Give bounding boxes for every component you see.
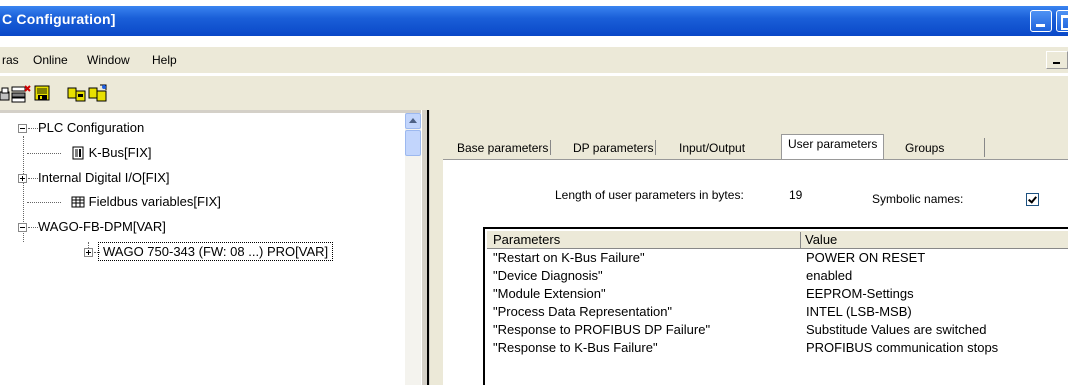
plus-expander-icon[interactable]: [84, 248, 93, 258]
tree-item-plc-configuration[interactable]: PLC Configuration: [18, 120, 144, 135]
length-label: Length of user parameters in bytes:: [555, 188, 744, 202]
mdi-minimize-button[interactable]: [1046, 51, 1068, 69]
table-row[interactable]: "Restart on K-Bus Failure" POWER ON RESE…: [487, 249, 1067, 266]
table-row[interactable]: "Process Data Representation" INTEL (LSB…: [487, 303, 1067, 320]
column-header-parameters[interactable]: Parameters: [493, 232, 560, 247]
tree-item-wago-750-343[interactable]: WAGO 750-343 (FW: 08 ...) PRO[VAR]: [84, 242, 334, 261]
tab-groups[interactable]: Groups: [905, 138, 986, 157]
minimize-button[interactable]: [1030, 10, 1052, 32]
configuration-tree[interactable]: PLC Configuration K-Bus[FIX] Internal Di…: [0, 113, 405, 385]
tree-item-kbus[interactable]: K-Bus[FIX]: [27, 145, 151, 160]
menu-help[interactable]: Help: [152, 53, 177, 67]
tab-dp-parameters[interactable]: DP parameters: [573, 138, 657, 157]
table-module-icon: [71, 196, 85, 208]
menu-bar: ras Online Window Help: [0, 47, 1068, 73]
menu-window[interactable]: Window: [87, 53, 130, 67]
title-bar[interactable]: C Configuration]: [0, 6, 1068, 36]
length-value: 19: [789, 188, 803, 202]
tree-item-wago-fb-dpm[interactable]: WAGO-FB-DPM[VAR]: [18, 219, 166, 234]
minus-expander-icon[interactable]: [18, 223, 27, 233]
minus-expander-icon[interactable]: [18, 124, 27, 134]
tab-input-output[interactable]: Input/Output: [679, 138, 745, 157]
tab-user-parameters[interactable]: User parameters: [781, 134, 885, 159]
column-header-value[interactable]: Value: [800, 232, 837, 248]
paste-module-icon[interactable]: [88, 84, 108, 104]
scroll-thumb[interactable]: [405, 130, 421, 156]
window-title: C Configuration]: [2, 11, 116, 27]
symbolic-names-label: Symbolic names:: [872, 192, 964, 206]
parameters-table[interactable]: Parameters Value "Restart on K-Bus Failu…: [483, 227, 1068, 385]
app-window: C Configuration] ras Online Window Help: [0, 0, 1068, 385]
table-row[interactable]: "Device Diagnosis" enabled: [487, 267, 1067, 284]
maximize-button[interactable]: [1056, 10, 1068, 32]
copy-module-icon[interactable]: [67, 84, 87, 104]
tree-scrollbar[interactable]: [405, 113, 421, 385]
table-row[interactable]: "Response to PROFIBUS DP Failure" Substi…: [487, 321, 1067, 338]
menu-online[interactable]: Online: [33, 53, 68, 67]
symbolic-names-checkbox[interactable]: [1026, 193, 1039, 206]
module-properties-panel: Base parameters DP parameters Input/Outp…: [430, 110, 1068, 385]
table-row[interactable]: "Response to K-Bus Failure" PROFIBUS com…: [487, 339, 1067, 356]
table-row[interactable]: "Module Extension" EEPROM-Settings: [487, 285, 1067, 302]
tab-base-parameters[interactable]: Base parameters: [457, 138, 552, 157]
tree-item-internal-digital-io[interactable]: Internal Digital I/O[FIX]: [18, 170, 170, 185]
table-header: Parameters Value: [487, 231, 1068, 249]
bus-module-icon: [72, 146, 84, 160]
tree-item-fieldbus-variables[interactable]: Fieldbus variables[FIX]: [27, 194, 221, 209]
menu-extras[interactable]: ras: [2, 53, 19, 67]
pane-splitter[interactable]: [421, 110, 430, 385]
delete-module-icon[interactable]: [11, 84, 31, 104]
configure-icon[interactable]: [33, 84, 53, 104]
scroll-up-button[interactable]: [405, 113, 421, 129]
user-parameters-page: Length of user parameters in bytes: 19 S…: [443, 159, 1068, 385]
toolbar: [0, 75, 1068, 110]
plus-expander-icon[interactable]: [18, 174, 27, 184]
